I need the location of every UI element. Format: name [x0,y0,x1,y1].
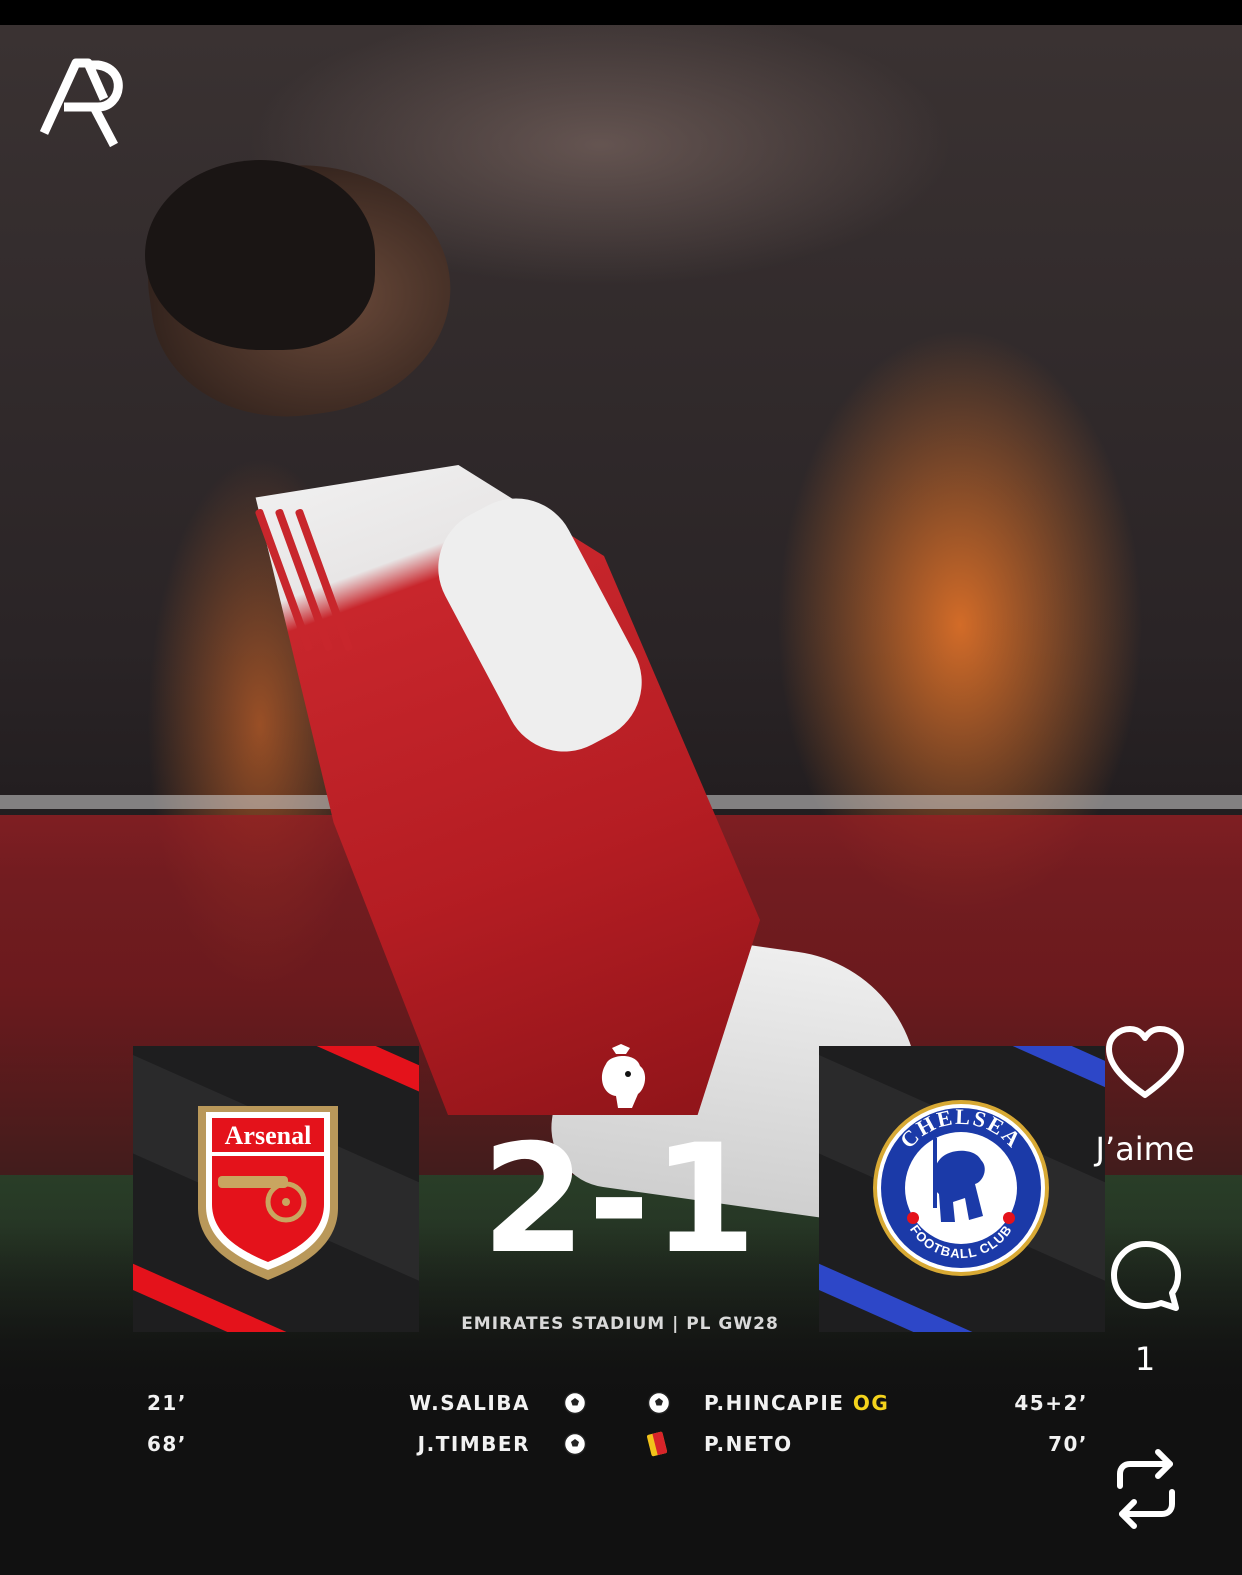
event-player: P.NETO [704,1432,793,1456]
event-minute: 68’ [147,1432,187,1456]
event-minute: 70’ [1048,1432,1088,1456]
event-player-away: P.HINCAPIE OG [704,1391,889,1415]
chelsea-crest-icon: CHELSEA FOOTBALL CLUB [873,1100,1049,1276]
like-label[interactable]: J’aime [1080,1130,1210,1168]
own-goal-tag: OG [852,1391,890,1415]
post-photo[interactable] [0,25,1242,1575]
arsenal-crest-icon: Arsenal [198,1106,338,1280]
ball-icon [563,1432,587,1456]
premier-league-lion-icon [601,1044,646,1108]
match-venue: EMIRATES STADIUM | PL GW28 [461,1314,779,1334]
event-minute: 21’ [147,1391,187,1415]
ball-icon [563,1391,587,1415]
comment-count: 1 [1134,1340,1156,1378]
home-team-panel: Arsenal [133,1046,419,1332]
brand-logo-icon [39,58,123,148]
event-player: P.HINCAPIE [704,1391,845,1415]
event-minute: 45+2’ [1014,1391,1088,1415]
event-player: W.SALIBA [409,1391,530,1415]
away-team-panel: CHELSEA FOOTBALL CLUB [819,1046,1105,1332]
heart-icon[interactable] [1103,1023,1187,1103]
crest-text: Arsenal [225,1121,312,1150]
ball-icon [647,1391,671,1415]
post-view: Arsenal CHELSEA FOOTBALL CLUB 2-1 EMIRAT… [0,0,1242,1575]
match-score: 2-1 [481,1113,759,1287]
repost-icon[interactable] [1108,1444,1184,1534]
player-hair [145,160,375,350]
event-player: J.TIMBER [417,1432,530,1456]
comment-icon[interactable] [1108,1238,1184,1314]
status-bar [0,0,1242,25]
